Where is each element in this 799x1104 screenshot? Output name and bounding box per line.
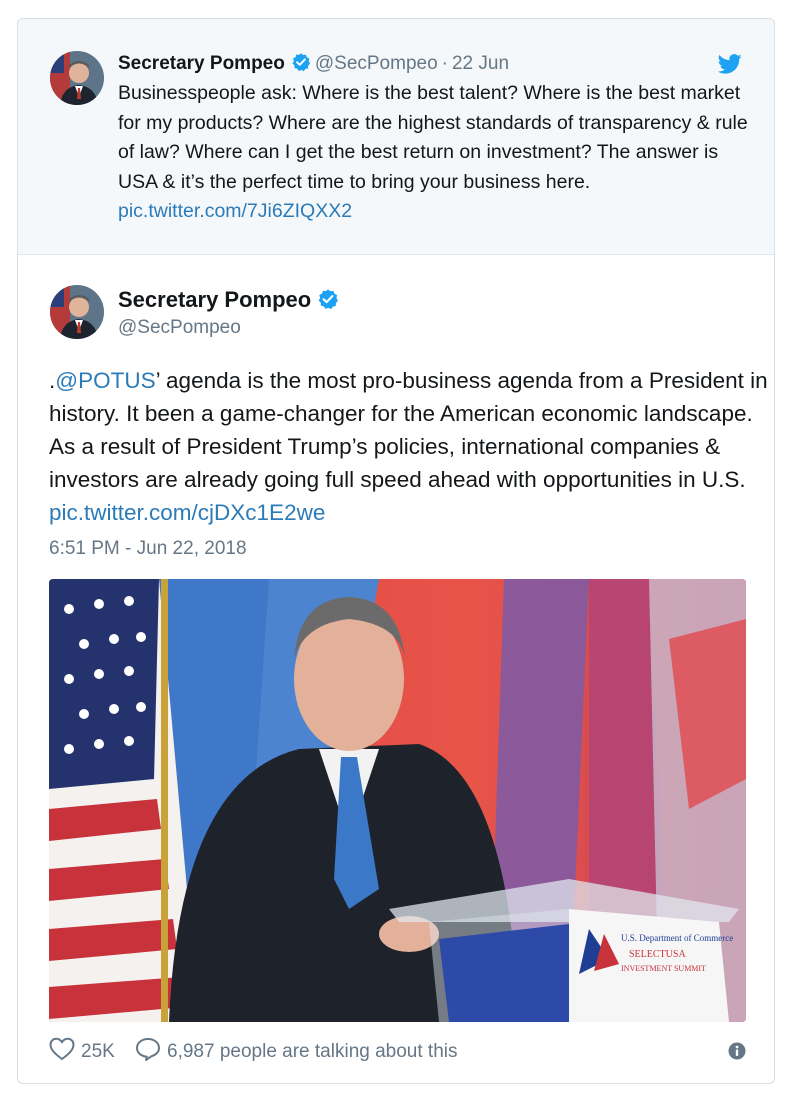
tweet-body: ’ agenda is the most pro-business agenda… xyxy=(49,368,768,492)
tweet-body: Businesspeople ask: Where is the best ta… xyxy=(118,82,748,193)
media-link[interactable]: pic.twitter.com/7Ji6ZIQXX2 xyxy=(118,200,352,222)
author-name[interactable]: Secretary Pompeo xyxy=(118,53,285,74)
like-count: 25K xyxy=(81,1041,115,1062)
reply-button[interactable]: 6,987 people are talking about this xyxy=(135,1037,458,1067)
podium-sign-line2: SELECTUSA xyxy=(629,949,686,960)
author-handle[interactable]: @SecPompeo xyxy=(118,317,241,339)
avatar[interactable] xyxy=(50,51,104,105)
tweet-timestamp[interactable]: 6:51 PM - Jun 22, 2018 xyxy=(49,538,247,560)
main-tweet-text: .@POTUS’ agenda is the most pro-business… xyxy=(49,364,769,529)
talking-count: 6,987 people are talking about this xyxy=(167,1041,458,1062)
twitter-bird-icon[interactable] xyxy=(717,54,742,79)
verified-badge-icon xyxy=(291,52,311,78)
author-name[interactable]: Secretary Pompeo xyxy=(118,287,311,312)
speech-bubble-icon xyxy=(135,1037,161,1067)
tweet-date[interactable]: 22 Jun xyxy=(452,53,509,74)
like-button[interactable]: 25K xyxy=(49,1037,115,1067)
avatar[interactable] xyxy=(50,285,104,339)
heart-icon xyxy=(49,1037,75,1067)
podium-sign-line3: INVESTMENT SUMMIT xyxy=(621,964,706,973)
info-icon[interactable] xyxy=(728,1042,746,1066)
main-author-row: Secretary Pompeo xyxy=(118,287,343,316)
verified-badge-icon xyxy=(317,288,339,316)
quoted-tweet[interactable]: Secretary Pompeo @SecPompeo · 22 Jun Busine… xyxy=(18,19,774,255)
mention-link[interactable]: @POTUS xyxy=(55,368,155,393)
separator-dot: · xyxy=(441,53,448,74)
quoted-tweet-header: Secretary Pompeo @SecPompeo · 22 Jun xyxy=(118,52,509,78)
quoted-tweet-text: Businesspeople ask: Where is the best ta… xyxy=(118,79,758,227)
author-handle[interactable]: @SecPompeo xyxy=(315,53,438,74)
tweet-photo[interactable]: U.S. Department of Commerce SELECTUSA IN… xyxy=(49,579,746,1022)
podium-sign-line1: U.S. Department of Commerce xyxy=(621,933,733,943)
tweet-actions: 25K 6,987 people are talking about this xyxy=(49,1037,746,1067)
embedded-tweet-card: Secretary Pompeo @SecPompeo · 22 Jun Busine… xyxy=(17,18,775,1084)
media-link[interactable]: pic.twitter.com/cjDXc1E2we xyxy=(49,500,325,525)
